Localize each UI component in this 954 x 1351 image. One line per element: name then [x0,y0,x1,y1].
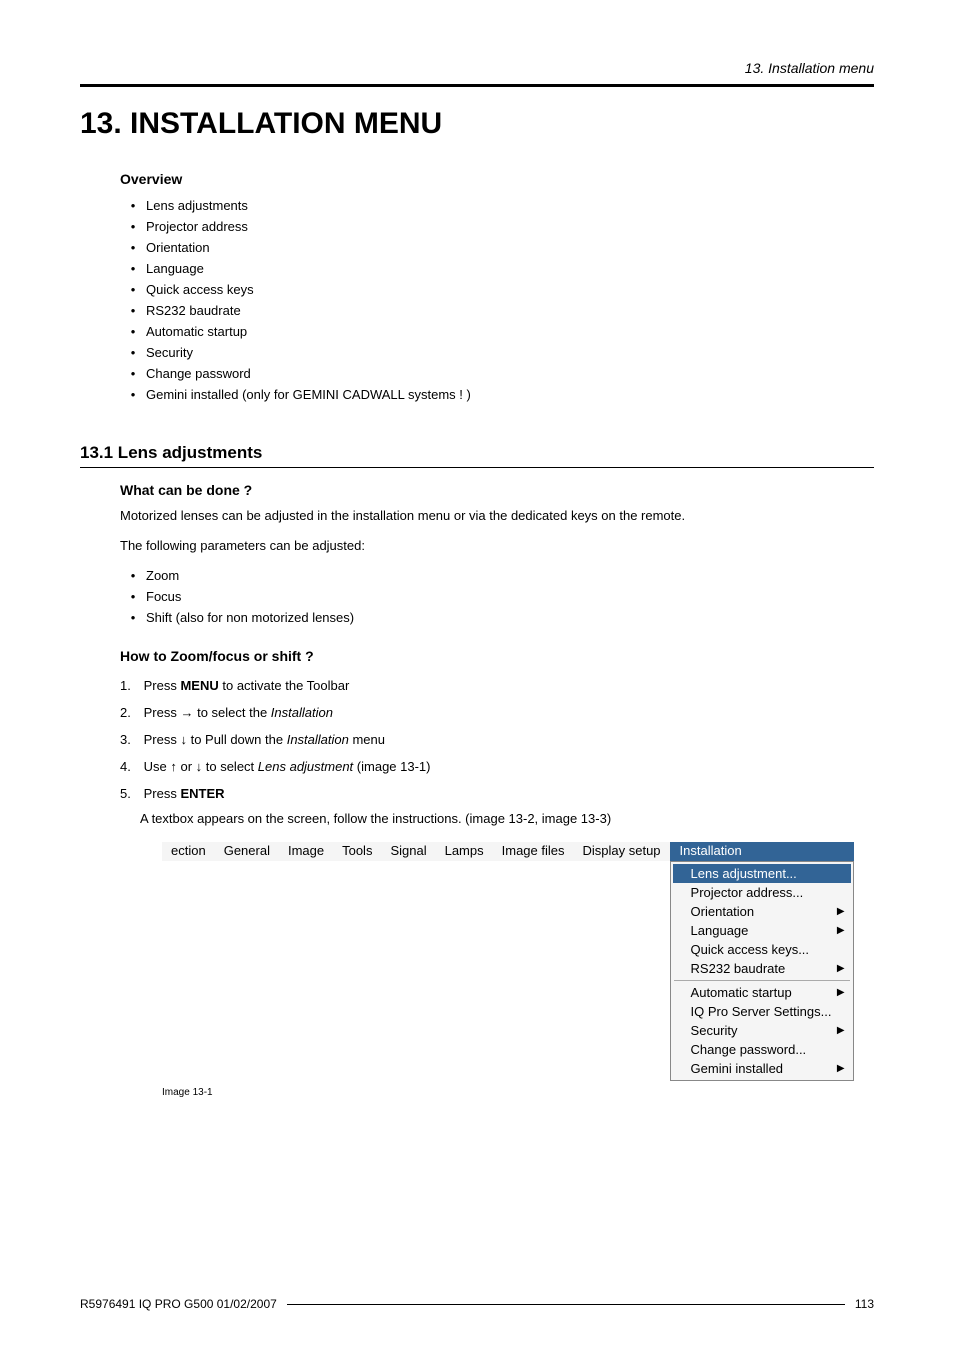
overview-item: Security [120,342,874,363]
overview-item: RS232 baudrate [120,300,874,321]
param-item: Shift (also for non motorized lenses) [120,607,874,628]
chapter-title: 13. INSTALLATION MENU [80,107,874,141]
step-item: Press MENU to activate the Toolbar [120,672,874,699]
overview-item: Language [120,258,874,279]
dropdown-item[interactable]: Gemini installed▶ [673,1059,851,1078]
menubar-item[interactable]: Image [279,842,333,861]
step-item: Press ↓ to Pull down the Installation me… [120,726,874,753]
dropdown-item[interactable]: Quick access keys... [673,940,851,959]
overview-heading: Overview [120,171,874,187]
overview-list: Lens adjustments Projector address Orien… [120,195,874,405]
overview-item: Lens adjustments [120,195,874,216]
dropdown-item[interactable]: Change password... [673,1040,851,1059]
submenu-arrow-icon: ▶ [837,987,845,998]
submenu-arrow-icon: ▶ [837,906,845,917]
dropdown-item[interactable]: Automatic startup▶ [673,983,851,1002]
paragraph: The following parameters can be adjusted… [120,536,874,556]
overview-item: Projector address [120,216,874,237]
dropdown-item[interactable]: Language▶ [673,921,851,940]
section-heading: 13.1 Lens adjustments [80,443,874,463]
step-item: Press → to select the Installation [120,699,874,726]
menubar-item[interactable]: Image files [493,842,574,861]
overview-item: Automatic startup [120,321,874,342]
sub-heading: What can be done ? [120,482,874,498]
submenu-arrow-icon: ▶ [837,963,845,974]
submenu-arrow-icon: ▶ [837,925,845,936]
param-list: Zoom Focus Shift (also for non motorized… [120,565,874,628]
paragraph: Motorized lenses can be adjusted in the … [120,506,874,526]
menubar-item[interactable]: Signal [381,842,435,861]
image-caption: Image 13-1 [162,1087,874,1098]
menubar[interactable]: ection General Image Tools Signal Lamps … [162,842,670,861]
dropdown-separator [674,980,850,981]
overview-item: Gemini installed (only for GEMINI CADWAL… [120,384,874,405]
footer-doc-id: R5976491 IQ PRO G500 01/02/2007 [80,1297,277,1311]
param-item: Zoom [120,565,874,586]
overview-item: Quick access keys [120,279,874,300]
dropdown-item[interactable]: Lens adjustment... [673,864,851,883]
page-number: 113 [855,1297,874,1311]
menubar-item[interactable]: General [215,842,279,861]
step-item: Use ↑ or ↓ to select Lens adjustment (im… [120,753,874,780]
menubar-item[interactable]: Lamps [436,842,493,861]
menu-figure: ection General Image Tools Signal Lamps … [120,842,874,1081]
dropdown-item[interactable]: Projector address... [673,883,851,902]
submenu-arrow-icon: ▶ [837,1063,845,1074]
footer-rule [287,1304,845,1305]
step-note: A textbox appears on the screen, follow … [140,811,874,826]
page-footer: R5976491 IQ PRO G500 01/02/2007 113 [80,1297,874,1311]
param-item: Focus [120,586,874,607]
overview-item: Orientation [120,237,874,258]
running-header: 13. Installation menu [80,60,874,76]
dropdown-item[interactable]: RS232 baudrate▶ [673,959,851,978]
dropdown-item[interactable]: IQ Pro Server Settings... [673,1002,851,1021]
dropdown-item[interactable]: Security▶ [673,1021,851,1040]
overview-item: Change password [120,363,874,384]
dropdown-menu[interactable]: Lens adjustment... Projector address... … [670,861,854,1081]
menubar-item[interactable]: Tools [333,842,381,861]
header-rule [80,84,874,87]
menubar-item-selected[interactable]: Installation [670,842,854,861]
step-item: Press ENTER [120,780,874,807]
dropdown-item[interactable]: Orientation▶ [673,902,851,921]
steps-list: Press MENU to activate the Toolbar Press… [120,672,874,807]
section-rule [80,467,874,468]
submenu-arrow-icon: ▶ [837,1025,845,1036]
menubar-item[interactable]: Display setup [574,842,670,861]
menubar-item[interactable]: ection [162,842,215,861]
sub-heading: How to Zoom/focus or shift ? [120,648,874,664]
